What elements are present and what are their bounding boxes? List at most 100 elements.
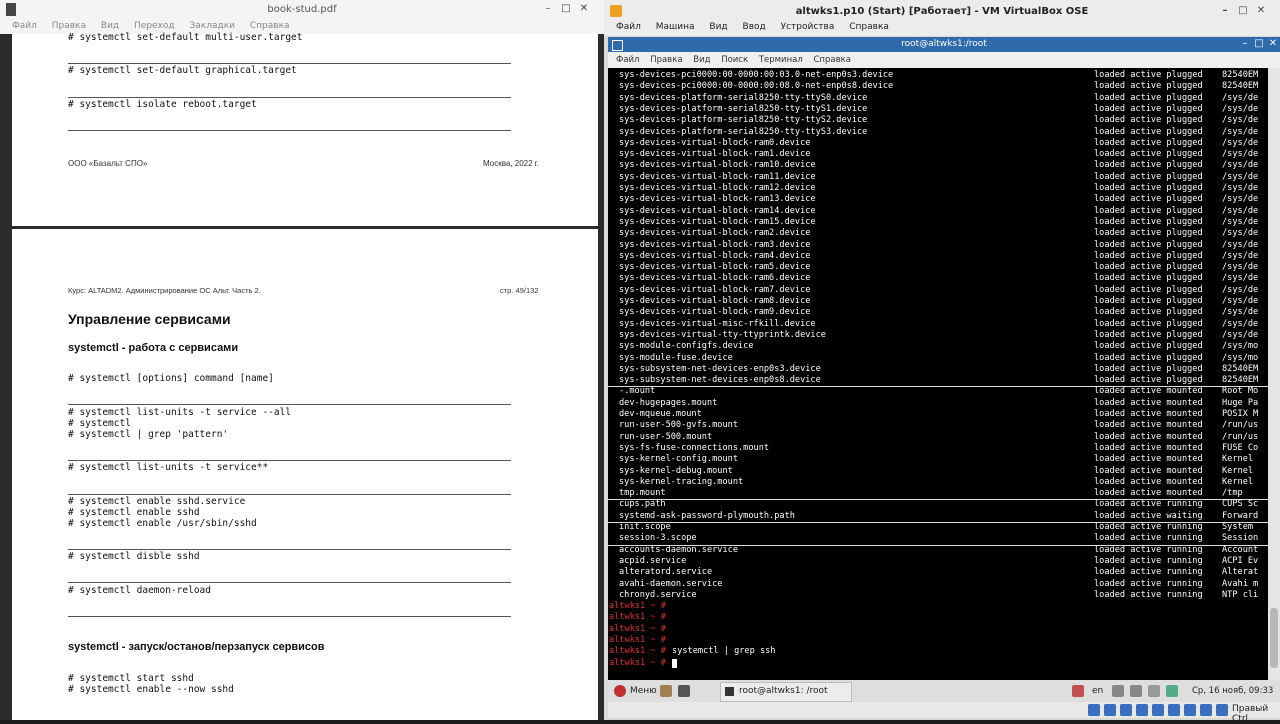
minimize-icon[interactable]: – bbox=[1218, 5, 1232, 16]
menu-start-icon[interactable] bbox=[614, 685, 626, 697]
maximize-icon[interactable]: □ bbox=[559, 3, 573, 14]
scrollbar-thumb[interactable] bbox=[1270, 608, 1278, 668]
host-key-icon[interactable] bbox=[1216, 704, 1228, 716]
unit-state: loaded active plugged bbox=[1094, 329, 1203, 340]
mouse-integration-icon[interactable] bbox=[1200, 704, 1212, 716]
vm-statusbar: Правый Ctrl bbox=[608, 702, 1280, 724]
menu-file[interactable]: Файл bbox=[12, 21, 37, 31]
unit-state: loaded active plugged bbox=[1094, 375, 1203, 386]
terminal-unit-row: run-user-500.mount loaded active mounted /… bbox=[608, 432, 1268, 443]
close-icon[interactable]: ✕ bbox=[577, 3, 591, 14]
terminal-titlebar[interactable]: root@altwks1:/root – □ ✕ bbox=[608, 37, 1280, 52]
unit-state: loaded active plugged bbox=[1094, 115, 1203, 126]
unit-state: loaded active mounted bbox=[1094, 454, 1203, 465]
file-manager-icon[interactable] bbox=[660, 685, 672, 697]
menu-input[interactable]: Ввод bbox=[743, 22, 766, 32]
menu-machine[interactable]: Машина bbox=[656, 22, 695, 32]
vm-titlebar[interactable]: altwks1.p10 (Start) [Работает] - VM Virt… bbox=[604, 0, 1280, 22]
unit-name: sys-devices-virtual-block-ram15.device bbox=[619, 216, 816, 227]
menu-edit[interactable]: Правка bbox=[650, 55, 682, 65]
shell-prompt: altwks1 ~ # bbox=[609, 623, 666, 634]
terminal-launcher-icon[interactable] bbox=[678, 685, 690, 697]
menu-edit[interactable]: Правка bbox=[52, 21, 86, 31]
audio-icon[interactable] bbox=[1120, 704, 1132, 716]
updates-icon[interactable] bbox=[1166, 685, 1178, 697]
terminal-unit-row: alteratord.service loaded active running A… bbox=[608, 567, 1268, 578]
unit-state: loaded active mounted bbox=[1094, 431, 1203, 442]
unit-description: 82540EM bbox=[1222, 363, 1259, 374]
unit-description: /sys/de bbox=[1222, 92, 1259, 103]
page-header-left: Курс: ALTADM2. Администрирование ОС Альт… bbox=[68, 286, 261, 295]
divider bbox=[68, 549, 511, 550]
menu-view[interactable]: Вид bbox=[693, 55, 710, 65]
terminal-unit-row: sys-devices-virtual-misc-rfkill.device lo… bbox=[608, 319, 1268, 330]
minimize-icon[interactable]: – bbox=[541, 3, 555, 14]
code-block: # systemctl [options] command [name] bbox=[68, 373, 274, 384]
menu-devices[interactable]: Устройства bbox=[781, 22, 835, 32]
vm-menubar: Файл Машина Вид Ввод Устройства Справка bbox=[604, 22, 1280, 36]
keyboard-layout-indicator[interactable]: en bbox=[1092, 686, 1103, 696]
hard-disk-icon[interactable] bbox=[1088, 704, 1100, 716]
taskbar-task-terminal[interactable]: root@altwks1: /root bbox=[720, 682, 852, 702]
terminal-unit-row: sys-devices-virtual-block-ram14.device lo… bbox=[608, 206, 1268, 217]
menu-help[interactable]: Справка bbox=[849, 22, 889, 32]
menu-bookmarks[interactable]: Закладки bbox=[190, 21, 236, 31]
close-icon[interactable]: ✕ bbox=[1266, 38, 1280, 49]
unit-description: /sys/de bbox=[1222, 216, 1259, 227]
menu-file[interactable]: Файл bbox=[616, 55, 639, 65]
menu-help[interactable]: Справка bbox=[250, 21, 290, 31]
unit-state: loaded active mounted bbox=[1094, 397, 1203, 408]
maximize-icon[interactable]: □ bbox=[1252, 38, 1266, 49]
network-icon[interactable] bbox=[1112, 685, 1124, 697]
network-adapter-icon[interactable] bbox=[1136, 704, 1148, 716]
unit-name: sys-devices-platform-serial8250-tty-ttyS… bbox=[619, 126, 868, 137]
unit-name: sys-subsystem-net-devices-enp0s3.device bbox=[619, 363, 821, 374]
divider bbox=[68, 97, 511, 98]
unit-name: sys-devices-virtual-block-ram10.device bbox=[619, 160, 816, 171]
display-icon[interactable] bbox=[1184, 704, 1196, 716]
page-footer-left: ООО «Базальт СПО» bbox=[68, 159, 148, 168]
usb-icon[interactable] bbox=[1152, 704, 1164, 716]
pdf-titlebar[interactable]: book-stud.pdf – □ ✕ bbox=[0, 0, 604, 20]
clock[interactable]: Ср, 16 нояб, 09:33 bbox=[1192, 686, 1273, 696]
clipboard-icon[interactable] bbox=[1148, 685, 1160, 697]
terminal-output[interactable]: sys-devices-pci0000:00-0000:00:03.0-net-… bbox=[608, 68, 1268, 680]
start-menu-button[interactable]: Меню bbox=[630, 686, 657, 696]
unit-description: /run/us bbox=[1222, 431, 1259, 442]
terminal-unit-row: sys-fs-fuse-connections.mount loaded acti… bbox=[608, 443, 1268, 454]
unit-name: alteratord.service bbox=[619, 567, 713, 578]
unit-name: sys-module-fuse.device bbox=[619, 352, 733, 363]
unit-state: loaded active plugged bbox=[1094, 216, 1203, 227]
unit-state: loaded active plugged bbox=[1094, 341, 1203, 352]
minimize-icon[interactable]: – bbox=[1238, 38, 1252, 49]
terminal-scrollbar[interactable] bbox=[1268, 68, 1280, 680]
unit-name: sys-subsystem-net-devices-enp0s8.device bbox=[619, 375, 821, 386]
menu-help[interactable]: Справка bbox=[813, 55, 850, 65]
menu-view[interactable]: Вид bbox=[709, 22, 727, 32]
unit-description: /sys/de bbox=[1222, 262, 1259, 273]
menu-terminal[interactable]: Терминал bbox=[759, 55, 803, 65]
close-icon[interactable]: ✕ bbox=[1254, 5, 1268, 16]
pdf-page-48: # systemctl set-default multi-user.targe… bbox=[12, 32, 598, 226]
menu-go[interactable]: Переход bbox=[134, 21, 175, 31]
shared-folders-icon[interactable] bbox=[1168, 704, 1180, 716]
terminal-unit-row: sys-devices-virtual-tty-ttyprintk.device… bbox=[608, 330, 1268, 341]
terminal-unit-row: sys-subsystem-net-devices-enp0s3.device l… bbox=[608, 364, 1268, 375]
menu-view[interactable]: Вид bbox=[101, 21, 119, 31]
menu-file[interactable]: Файл bbox=[616, 22, 641, 32]
maximize-icon[interactable]: □ bbox=[1236, 5, 1250, 16]
terminal-unit-row: sys-devices-virtual-block-ram3.device loa… bbox=[608, 240, 1268, 251]
vm-window-title: altwks1.p10 (Start) [Работает] - VM Virt… bbox=[795, 6, 1089, 17]
printer-icon[interactable] bbox=[1072, 685, 1084, 697]
unit-description: Root Mo bbox=[1222, 386, 1259, 397]
pdf-viewer-window: book-stud.pdf – □ ✕ Файл Правка Вид Пере… bbox=[0, 0, 604, 720]
terminal-unit-row: sys-devices-platform-serial8250-tty-ttyS… bbox=[608, 93, 1268, 104]
unit-name: sys-devices-virtual-block-ram2.device bbox=[619, 228, 811, 239]
terminal-unit-row: sys-devices-platform-serial8250-tty-ttyS… bbox=[608, 115, 1268, 126]
optical-drive-icon[interactable] bbox=[1104, 704, 1116, 716]
unit-name: sys-devices-platform-serial8250-tty-ttyS… bbox=[619, 115, 868, 126]
divider bbox=[68, 404, 511, 405]
unit-description: /sys/de bbox=[1222, 183, 1259, 193]
volume-icon[interactable] bbox=[1130, 685, 1142, 697]
menu-search[interactable]: Поиск bbox=[721, 55, 748, 65]
